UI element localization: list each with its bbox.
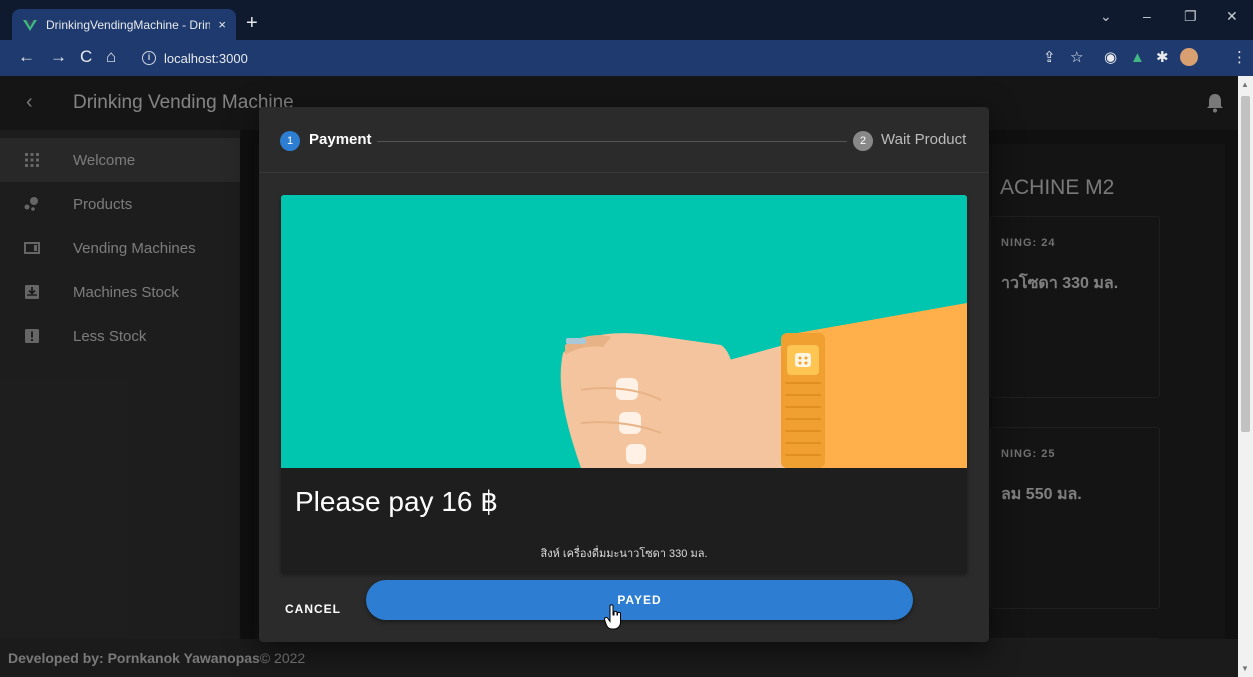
step-2-number: 2 [853, 131, 873, 151]
close-tab-icon[interactable]: × [218, 17, 226, 32]
browser-toolbar: ← → C ⌂ i localhost:3000 ⇪ ☆ ◉ ▲ ✱ ⋮ [0, 40, 1253, 76]
close-window-icon[interactable]: ✕ [1226, 8, 1238, 25]
cancel-button[interactable]: CANCEL [285, 591, 357, 627]
hand-pointer-cursor-icon [604, 604, 621, 630]
url-text: localhost:3000 [164, 50, 248, 66]
step-2-label: Wait Product [881, 131, 967, 148]
vue-logo-icon [23, 19, 37, 31]
browser-tab[interactable]: DrinkingVendingMachine - Drink × [12, 9, 236, 40]
step-1-number: 1 [280, 131, 300, 151]
extensions-puzzle-icon[interactable]: ✱ [1156, 50, 1169, 66]
smartwatch-payment-illustration [281, 195, 967, 468]
payed-button[interactable]: PAYED [366, 580, 913, 620]
kebab-menu-icon[interactable]: ⋮ [1232, 50, 1247, 66]
tab-title: DrinkingVendingMachine - Drink [46, 17, 211, 32]
stepper-divider [377, 141, 847, 142]
info-icon[interactable]: i [142, 51, 156, 65]
forward-arrow-icon[interactable]: → [50, 48, 67, 66]
profile-avatar[interactable] [1180, 48, 1198, 66]
step-1-label: Payment [309, 131, 372, 148]
scroll-up-icon[interactable]: ▲ [1241, 80, 1249, 89]
payment-dialog: 1 Payment 2 Wait Product Please pay 16 ฿… [259, 107, 989, 642]
vue-devtools-icon[interactable]: ▲ [1130, 50, 1145, 66]
restore-icon[interactable]: ❐ [1184, 8, 1197, 25]
home-icon[interactable]: ⌂ [106, 48, 116, 66]
payment-card: Please pay 16 ฿ สิงห์ เครื่องดื่มมะนาวโซ… [281, 195, 967, 573]
bookmark-star-icon[interactable]: ☆ [1070, 50, 1083, 66]
share-icon[interactable]: ⇪ [1043, 50, 1056, 66]
new-tab-button[interactable]: + [246, 13, 258, 33]
selected-product-name: สิงห์ เครื่องดื่มมะนาวโซดา 330 มล. [540, 548, 708, 560]
page-scrollbar[interactable]: ▲ ▼ [1238, 76, 1253, 677]
scroll-down-icon[interactable]: ▼ [1241, 664, 1249, 673]
address-bar[interactable]: i localhost:3000 [132, 45, 1132, 71]
browser-tabstrip: DrinkingVendingMachine - Drink × + ⌄ – ❐… [0, 0, 1253, 40]
scrollbar-thumb[interactable] [1241, 96, 1250, 432]
stepper: 1 Payment 2 Wait Product [259, 107, 989, 173]
camera-extension-icon[interactable]: ◉ [1104, 50, 1117, 66]
pay-amount-title: Please pay 16 ฿ [295, 486, 499, 517]
tab-search-icon[interactable]: ⌄ [1100, 8, 1112, 25]
minimize-icon[interactable]: – [1143, 8, 1151, 24]
back-arrow-icon[interactable]: ← [18, 48, 35, 66]
reload-icon[interactable]: C [80, 48, 92, 66]
